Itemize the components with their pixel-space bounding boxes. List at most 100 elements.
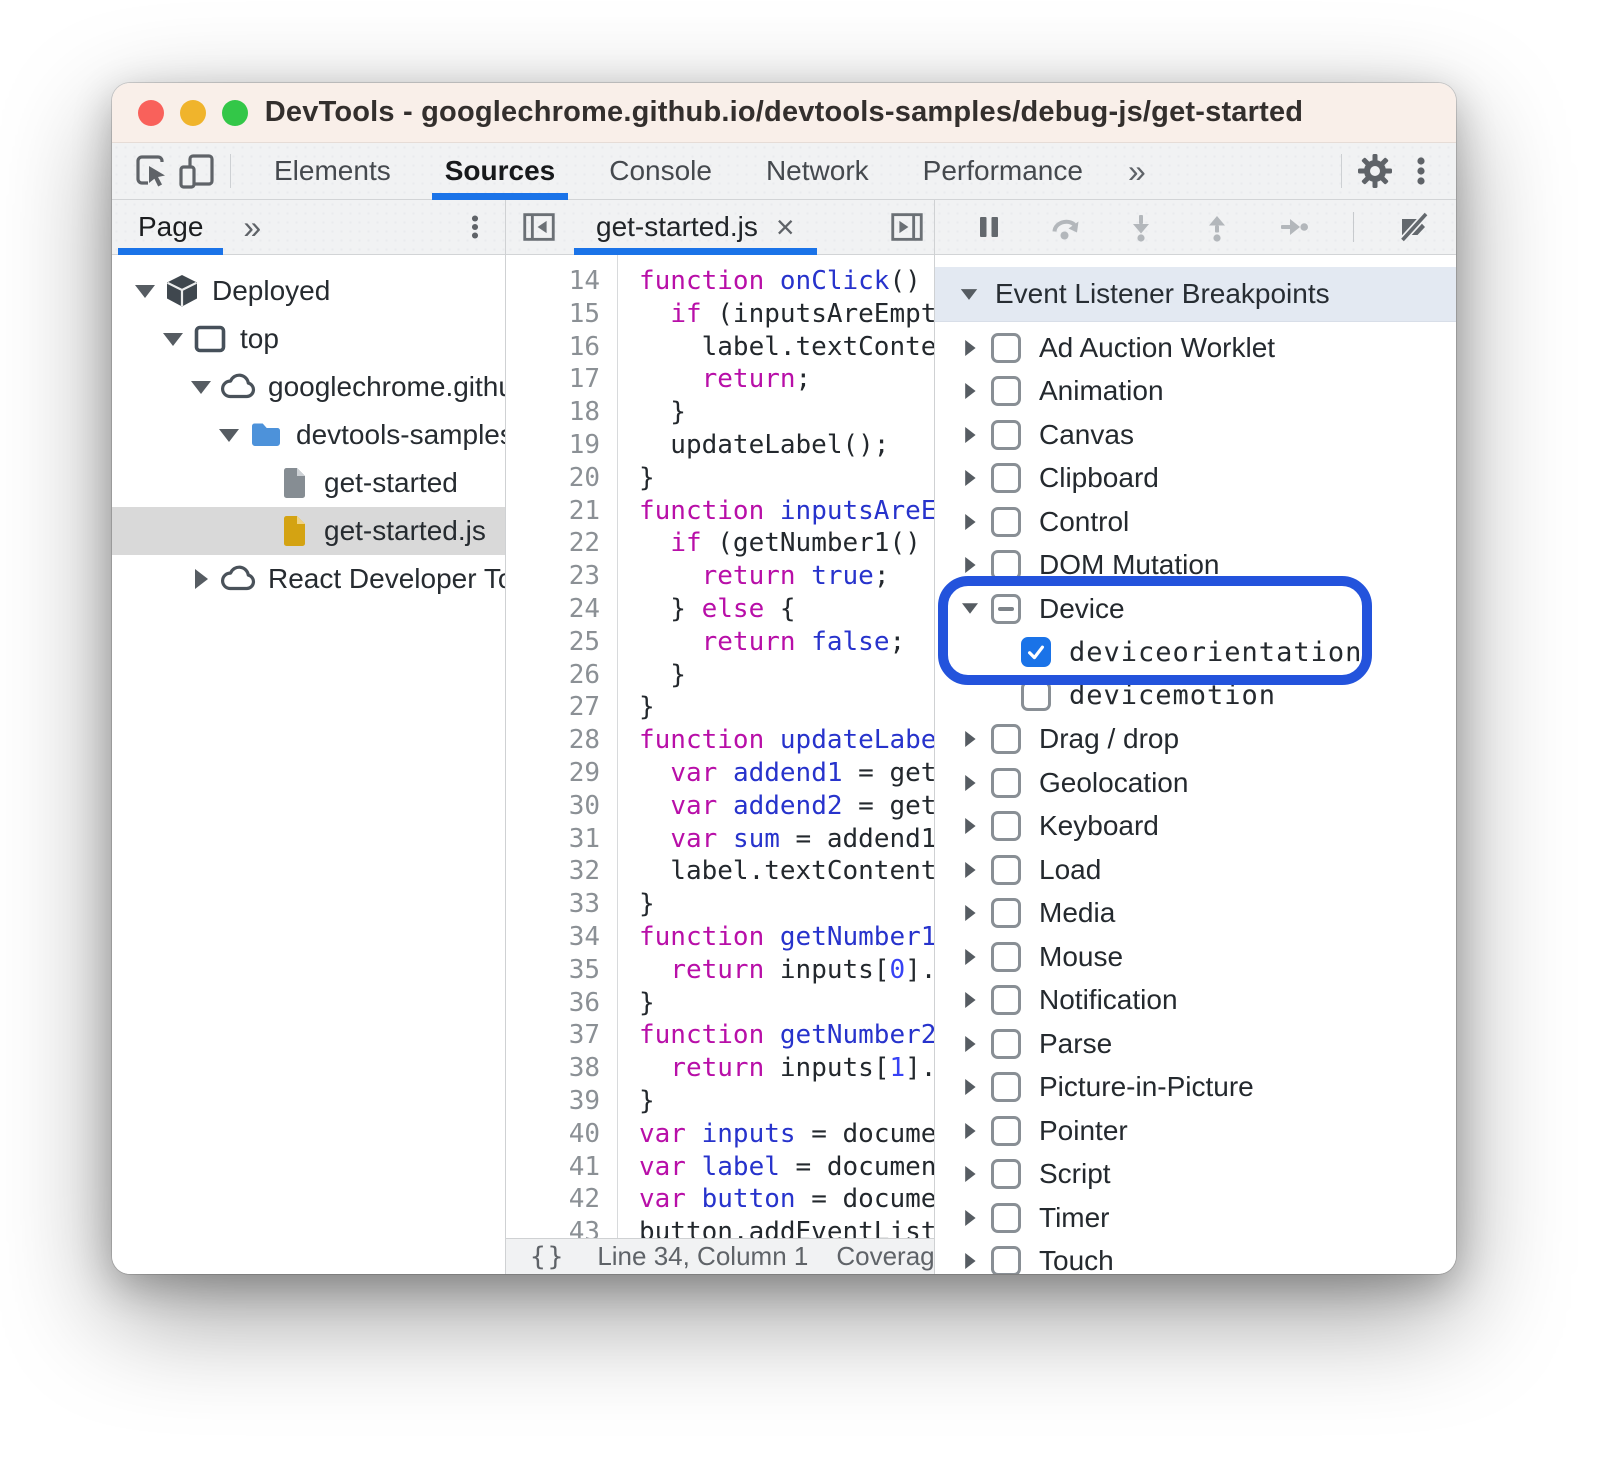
checkbox-animation[interactable] [991,376,1021,406]
code-line[interactable]: } [639,987,934,1020]
breakpoint-canvas[interactable]: Canvas [935,413,1456,457]
line-number[interactable]: 35 [506,954,600,987]
line-number[interactable]: 28 [506,724,600,757]
code-line[interactable]: } [639,888,934,921]
code-line[interactable]: if (getNumber1() === '' [639,527,934,560]
tab-sources[interactable]: Sources [418,143,583,199]
tree-item-deployed[interactable]: Deployed [112,267,505,315]
checkbox-pointer[interactable] [991,1116,1021,1146]
checkbox-dom-mutation[interactable] [991,550,1021,580]
line-number[interactable]: 17 [506,363,600,396]
checkbox-media[interactable] [991,898,1021,928]
code-line[interactable]: var sum = addend1 + addend2 [639,823,934,856]
line-number[interactable]: 20 [506,462,600,495]
more-navigator-tabs-button[interactable]: » [227,209,277,246]
breakpoint-expand-arrow-icon[interactable] [958,818,982,834]
breakpoint-devicemotion[interactable]: devicemotion [935,674,1456,718]
code-line[interactable]: function updateLabel() { [639,724,934,757]
line-number[interactable]: 32 [506,855,600,888]
line-number-gutter[interactable]: 1415161718192021222324252627282930313233… [506,255,618,1238]
device-toolbar-icon[interactable] [174,148,220,194]
line-number[interactable]: 22 [506,527,600,560]
code-line[interactable]: } [639,1085,934,1118]
checkbox-keyboard[interactable] [991,811,1021,841]
line-number[interactable]: 14 [506,265,600,298]
tab-performance[interactable]: Performance [896,143,1110,199]
more-panels-button[interactable]: » [1110,143,1164,199]
step-out-icon[interactable] [1201,211,1233,243]
breakpoint-expand-arrow-icon[interactable] [958,557,982,573]
breakpoint-expand-arrow-icon[interactable] [958,604,982,614]
tab-get-started-js[interactable]: get-started.js × [574,200,817,254]
line-number[interactable]: 16 [506,331,600,364]
breakpoint-expand-arrow-icon[interactable] [958,949,982,965]
breakpoint-load[interactable]: Load [935,848,1456,892]
code-line[interactable]: function getNumber1() { [639,921,934,954]
line-number[interactable]: 31 [506,823,600,856]
line-number[interactable]: 33 [506,888,600,921]
line-number[interactable]: 19 [506,429,600,462]
breakpoint-media[interactable]: Media [935,892,1456,936]
breakpoint-expand-arrow-icon[interactable] [958,992,982,1008]
tab-network[interactable]: Network [739,143,896,199]
breakpoint-expand-arrow-icon[interactable] [958,1036,982,1052]
tree-expand-arrow-icon[interactable] [130,285,160,298]
checkbox-ad-auction-worklet[interactable] [991,333,1021,363]
breakpoint-picture-in-picture[interactable]: Picture-in-Picture [935,1066,1456,1110]
breakpoint-expand-arrow-icon[interactable] [958,383,982,399]
tree-expand-arrow-icon[interactable] [186,381,216,394]
close-button[interactable] [138,100,164,126]
code-line[interactable]: function getNumber2() { [639,1019,934,1052]
breakpoint-expand-arrow-icon[interactable] [958,862,982,878]
kebab-menu-icon[interactable] [1398,148,1444,194]
line-number[interactable]: 29 [506,757,600,790]
checkbox-timer[interactable] [991,1203,1021,1233]
breakpoint-expand-arrow-icon[interactable] [958,1123,982,1139]
code-line[interactable]: return inputs[0].value; [639,954,934,987]
code-line[interactable]: label.textContent = [639,331,934,364]
code-line[interactable]: label.textContent = addend1 [639,855,934,888]
checkbox-parse[interactable] [991,1029,1021,1059]
tree-expand-arrow-icon[interactable] [158,333,188,346]
breakpoint-ad-auction-worklet[interactable]: Ad Auction Worklet [935,326,1456,370]
code-line[interactable]: function inputsAreEmpty() { [639,495,934,528]
hide-navigator-icon[interactable] [518,206,560,248]
breakpoint-expand-arrow-icon[interactable] [958,905,982,921]
deactivate-breakpoints-icon[interactable] [1398,211,1430,243]
breakpoint-keyboard[interactable]: Keyboard [935,805,1456,849]
pretty-print-icon[interactable]: {} [530,1242,565,1272]
code-line[interactable]: button.addEventListener('click' [639,1216,934,1238]
tree-item-googlechrome-github-io[interactable]: googlechrome.github.io [112,363,505,411]
code-line[interactable]: var button = document.querySelector [639,1183,934,1216]
breakpoint-mouse[interactable]: Mouse [935,935,1456,979]
code-line[interactable]: var addend2 = getNumber2(); [639,790,934,823]
code-line[interactable]: } [639,659,934,692]
checkbox-canvas[interactable] [991,420,1021,450]
breakpoint-animation[interactable]: Animation [935,370,1456,414]
code-line[interactable]: return true; [639,560,934,593]
checkbox-picture-in-picture[interactable] [991,1072,1021,1102]
breakpoint-device[interactable]: Device [935,587,1456,631]
tab-console[interactable]: Console [582,143,739,199]
breakpoint-expand-arrow-icon[interactable] [958,1210,982,1226]
breakpoint-notification[interactable]: Notification [935,979,1456,1023]
line-number[interactable]: 18 [506,396,600,429]
line-number[interactable]: 38 [506,1052,600,1085]
breakpoint-expand-arrow-icon[interactable] [958,340,982,356]
step-over-icon[interactable] [1049,211,1081,243]
tab-page[interactable]: Page [114,200,227,254]
code-line[interactable]: } [639,691,934,724]
checkbox-control[interactable] [991,507,1021,537]
breakpoint-expand-arrow-icon[interactable] [958,775,982,791]
checkbox-devicemotion[interactable] [1021,681,1051,711]
event-listener-breakpoints-section[interactable]: Event Listener Breakpoints [935,267,1456,322]
breakpoint-drag-drop[interactable]: Drag / drop [935,718,1456,762]
breakpoint-deviceorientation[interactable]: deviceorientation [935,631,1456,675]
tree-item-get-started[interactable]: get-started [112,459,505,507]
checkbox-notification[interactable] [991,985,1021,1015]
line-number[interactable]: 43 [506,1216,600,1238]
line-number[interactable]: 25 [506,626,600,659]
code-line[interactable]: } else { [639,593,934,626]
breakpoint-pointer[interactable]: Pointer [935,1109,1456,1153]
line-number[interactable]: 37 [506,1019,600,1052]
